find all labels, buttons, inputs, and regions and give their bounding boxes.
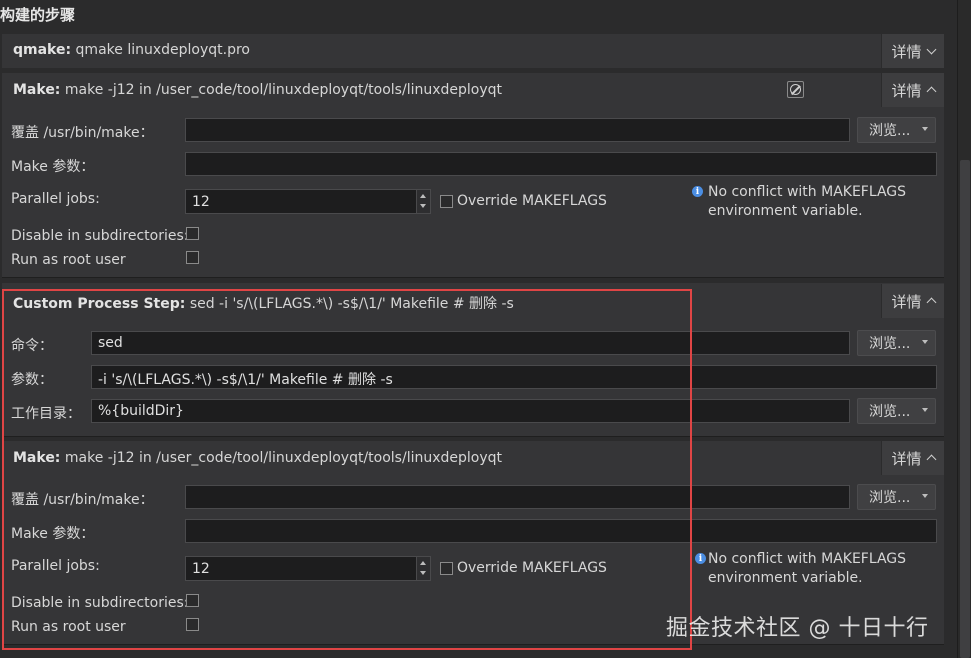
command-browse-button[interactable]: 浏览... [857, 330, 936, 356]
make-2-details-button[interactable]: 详情 [881, 441, 944, 475]
make-step-2-command: make -j12 in /user_code/tool/linuxdeploy… [64, 450, 503, 466]
custom-step-header[interactable]: Custom Process Step: sed -i 's/\(LFLAGS.… [2, 283, 944, 319]
disable-step-icon[interactable] [787, 81, 804, 98]
makeflags-info: No conflict with MAKEFLAGS environment v… [708, 551, 907, 586]
run-as-root-label: Run as root user [11, 619, 126, 635]
make-1-details-button[interactable]: 详情 [881, 73, 944, 107]
dropdown-arrow-icon [922, 408, 928, 412]
qmake-details-button[interactable]: 详情 [881, 34, 944, 68]
command-input[interactable]: sed [91, 331, 850, 355]
chevron-up-icon [926, 86, 936, 97]
run-as-root-checkbox[interactable] [186, 251, 199, 264]
dropdown-arrow-icon [922, 340, 928, 344]
spin-arrows-icon[interactable] [416, 190, 430, 213]
make-args-label: Make 参数： [11, 159, 95, 175]
custom-step-title: Custom Process Step: [13, 296, 186, 312]
override-make-browse-button[interactable]: 浏览... [857, 484, 936, 510]
arguments-input[interactable]: -i 's/\(LFLAGS.*\) -s$/\1/' Makefile # 删… [91, 365, 937, 389]
override-make-label: 覆盖 /usr/bin/make： [11, 492, 154, 508]
section-title: 构建的步骤 [0, 6, 76, 24]
info-icon: i [695, 553, 706, 564]
parallel-jobs-label: Parallel jobs: [11, 558, 100, 574]
disable-subdirs-label: Disable in subdirectories: [11, 595, 189, 611]
arguments-label: 参数： [11, 372, 53, 388]
make-step-1-title: Make: [13, 82, 61, 98]
dropdown-arrow-icon [922, 494, 928, 498]
chevron-up-icon [926, 454, 936, 465]
make-step-1-header[interactable]: Make: make -j12 in /user_code/tool/linux… [2, 73, 944, 107]
makeflags-info: No conflict with MAKEFLAGS environment v… [708, 184, 907, 219]
parallel-jobs-spinbox[interactable]: 12 [185, 189, 431, 214]
qmake-step-header[interactable]: qmake: qmake linuxdeployqt.pro 详情 [2, 34, 944, 68]
workdir-input[interactable]: %{buildDir} [91, 399, 850, 423]
parallel-jobs-label: Parallel jobs: [11, 191, 100, 207]
make-step-1-command: make -j12 in /user_code/tool/linuxdeploy… [64, 82, 503, 98]
parallel-jobs-spinbox[interactable]: 12 [185, 556, 431, 581]
make-args-input[interactable] [185, 519, 937, 543]
watermark: 掘金技术社区 @ 十日十行 [666, 616, 929, 641]
workdir-browse-button[interactable]: 浏览... [857, 398, 936, 424]
disable-subdirs-checkbox[interactable] [186, 227, 199, 240]
info-icon: i [692, 186, 703, 197]
command-label: 命令： [11, 338, 53, 354]
workdir-label: 工作目录： [11, 406, 81, 422]
override-makeflags-checkbox[interactable] [440, 195, 453, 208]
chevron-up-icon [926, 297, 936, 308]
disable-subdirs-checkbox[interactable] [186, 594, 199, 607]
spin-arrows-icon[interactable] [416, 557, 430, 580]
make-step-2-title: Make: [13, 450, 61, 466]
run-as-root-label: Run as root user [11, 252, 126, 268]
override-make-label: 覆盖 /usr/bin/make： [11, 125, 154, 141]
override-make-input[interactable] [185, 485, 850, 509]
make-step-2-header[interactable]: Make: make -j12 in /user_code/tool/linux… [2, 441, 944, 475]
run-as-root-checkbox[interactable] [186, 618, 199, 631]
scrollbar-thumb[interactable] [960, 160, 970, 658]
make-args-input[interactable] [185, 152, 937, 176]
dropdown-arrow-icon [922, 127, 928, 131]
override-makeflags-checkbox[interactable] [440, 562, 453, 575]
override-makeflags-label: Override MAKEFLAGS [457, 193, 607, 209]
make-args-label: Make 参数： [11, 526, 95, 542]
custom-step-summary: sed -i 's/\(LFLAGS.*\) -s$/\1/' Makefile… [189, 296, 514, 312]
disable-subdirs-label: Disable in subdirectories: [11, 228, 189, 244]
qmake-step-command: qmake linuxdeployqt.pro [75, 42, 250, 58]
override-make-browse-button[interactable]: 浏览... [857, 117, 936, 143]
qmake-step-title: qmake: [13, 42, 72, 58]
custom-details-button[interactable]: 详情 [881, 284, 944, 318]
override-make-input[interactable] [185, 118, 850, 142]
chevron-down-icon [926, 44, 936, 54]
override-makeflags-label: Override MAKEFLAGS [457, 560, 607, 576]
